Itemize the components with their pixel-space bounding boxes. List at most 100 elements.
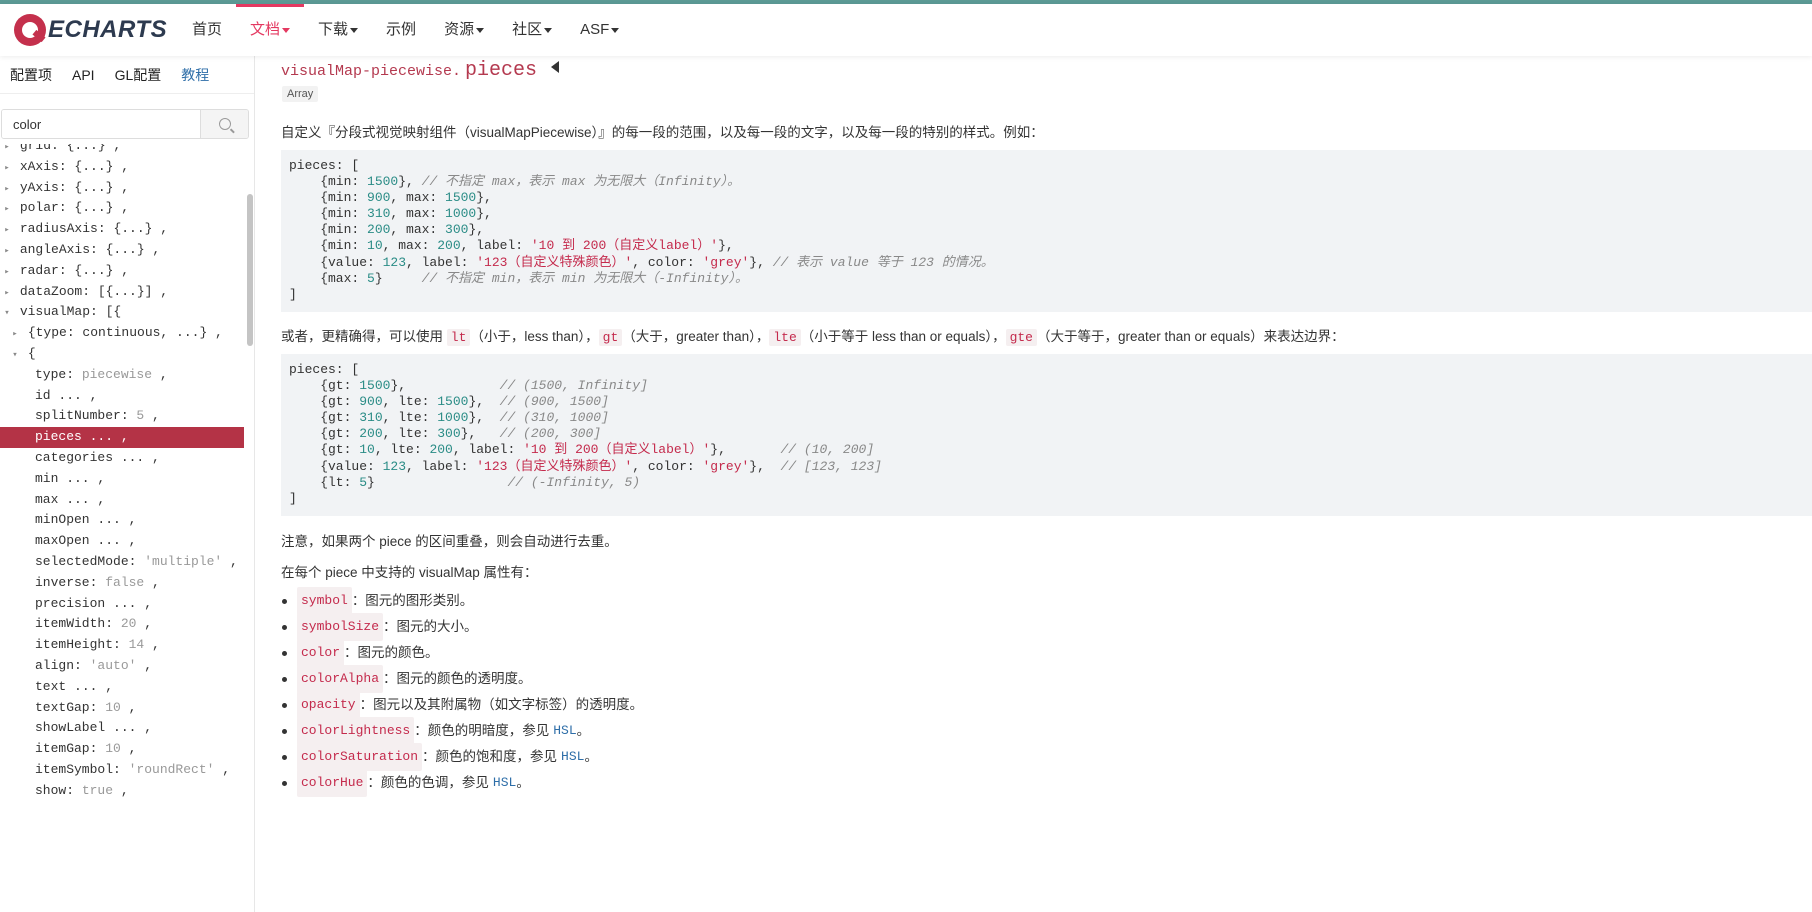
tree-item[interactable]: type: piecewise , <box>0 365 244 386</box>
collapsed-arrow-icon[interactable]: ▸ <box>2 283 12 304</box>
prop-name-code: colorSaturation <box>297 743 423 771</box>
sidebar-tab-1[interactable]: API <box>62 67 105 83</box>
tree-item[interactable]: showLabel ... , <box>0 718 244 739</box>
tree-item-key: maxOpen <box>35 533 90 549</box>
collapse-arrow-icon[interactable] <box>551 61 560 73</box>
tree-item[interactable]: ▸ radar: {...} , <box>0 261 244 282</box>
tree-item-value: false <box>97 574 145 590</box>
nav-item-1[interactable]: 文档 <box>236 4 305 56</box>
tree-item-value: ... , <box>89 533 137 549</box>
nav-item-0[interactable]: 首页 <box>178 4 236 56</box>
code-token: , max: <box>390 190 446 206</box>
tree-item[interactable]: categories ... , <box>0 448 244 469</box>
nav-item-3[interactable]: 示例 <box>372 4 430 56</box>
code-token: , lte: <box>382 410 438 426</box>
code-token: 200 <box>367 222 391 238</box>
tree-item[interactable]: align: 'auto' , <box>0 656 244 677</box>
tree-item[interactable]: ▸ angleAxis: {...} , <box>0 240 244 261</box>
code-token: // (-Infinity, 5) <box>507 474 641 490</box>
tree-item-value: {...} , <box>66 179 130 195</box>
main-nav: 首页 文档 下载 示例 资源 社区 ASF <box>178 4 633 56</box>
collapsed-arrow-icon[interactable]: ▸ <box>2 158 12 179</box>
tree-item-value: ... , <box>66 678 114 694</box>
tree-item[interactable]: itemWidth: 20 , <box>0 614 244 635</box>
tree-item-value: {...} , <box>97 241 161 257</box>
nav-item-4[interactable]: 资源 <box>430 4 498 56</box>
collapsed-arrow-icon[interactable]: ▸ <box>2 144 12 158</box>
tree-item[interactable]: ▸ polar: {...} , <box>0 198 244 219</box>
collapsed-arrow-icon[interactable]: ▸ <box>10 324 20 345</box>
nav-item-2[interactable]: 下载 <box>304 4 372 56</box>
text-run: 或者，更精确得，可以使用 <box>281 329 447 344</box>
tree-item[interactable]: itemSymbol: 'roundRect' , <box>0 760 244 781</box>
tree-item[interactable]: max ... , <box>0 490 244 511</box>
tree-item[interactable]: min ... , <box>0 469 244 490</box>
tree-item[interactable]: ▸ dataZoom: [{...}] , <box>0 282 244 303</box>
tree-item[interactable]: ▸ radiusAxis: {...} , <box>0 219 244 240</box>
expanded-arrow-icon[interactable]: ▾ <box>2 303 12 324</box>
tree-item[interactable]: precision ... , <box>0 594 244 615</box>
code-token: 10 <box>367 238 383 254</box>
hsl-link[interactable]: HSL <box>553 718 576 744</box>
collapsed-arrow-icon[interactable]: ▸ <box>2 220 12 241</box>
tree-item[interactable]: inverse: false , <box>0 573 244 594</box>
hsl-link[interactable]: HSL <box>493 770 516 796</box>
tree-item[interactable]: ▸ grid: {...} , <box>0 144 244 157</box>
tree-item[interactable]: itemHeight: 14 , <box>0 635 244 656</box>
search-box <box>1 109 249 139</box>
tree-item-key: pieces <box>35 429 82 445</box>
search-input[interactable] <box>2 110 200 138</box>
tree-item-key: align: <box>35 657 82 673</box>
expanded-arrow-icon[interactable]: ▾ <box>10 345 20 366</box>
collapsed-arrow-icon[interactable]: ▸ <box>2 179 12 200</box>
collapsed-arrow-icon[interactable]: ▸ <box>2 241 12 262</box>
sidebar-scroll-thumb[interactable] <box>247 194 253 346</box>
search-button[interactable] <box>200 110 248 138</box>
tree-item[interactable]: ▸ {type: continuous, ...} , <box>0 323 244 344</box>
tree-item[interactable]: ▾ visualMap: [{ <box>0 302 244 323</box>
code-token: pieces: [ <box>289 158 360 173</box>
tree-item[interactable]: show: true , <box>0 781 244 802</box>
tree-item[interactable]: maxOpen ... , <box>0 531 244 552</box>
tree-item[interactable]: id ... , <box>0 386 244 407</box>
tree-item[interactable]: itemGap: 10 , <box>0 739 244 760</box>
tree-item[interactable]: ▾ { <box>0 344 244 365</box>
nav-item-5[interactable]: 社区 <box>498 4 566 56</box>
code-token: }, <box>749 254 773 270</box>
tree-item[interactable]: splitNumber: 5 , <box>0 406 244 427</box>
tree-item-key: showLabel <box>35 720 106 736</box>
sidebar-tab-2[interactable]: GL配置 <box>105 65 172 85</box>
nav-item-6[interactable]: ASF <box>566 4 633 56</box>
code-token: 10 <box>359 442 375 458</box>
hsl-link[interactable]: HSL <box>561 744 584 770</box>
echarts-logo[interactable]: ECHARTS <box>14 10 167 50</box>
tree-item[interactable]: selectedMode: 'multiple' , <box>0 552 244 573</box>
tree-item[interactable]: pieces ... , <box>0 427 244 448</box>
code-token: 5 <box>367 270 375 286</box>
tree-item-key: {type: continuous, ...} , <box>27 325 223 341</box>
tree-item-value: {...} , <box>66 262 130 278</box>
caret-down-icon <box>544 27 553 33</box>
tree-item[interactable]: minOpen ... , <box>0 510 244 531</box>
code-token: ] <box>289 490 297 506</box>
collapsed-arrow-icon[interactable]: ▸ <box>2 199 12 220</box>
tree-item-suffix: , <box>214 761 231 777</box>
tree-item-suffix: , <box>144 574 160 590</box>
code-token: {min: <box>289 222 368 238</box>
code-token: }, <box>476 206 492 222</box>
sidebar-tab-0[interactable]: 配置项 <box>0 50 62 85</box>
collapsed-arrow-icon[interactable]: ▸ <box>2 262 12 283</box>
tree-item[interactable]: ▸ xAxis: {...} , <box>0 157 244 178</box>
code-token: '10 到 200（自定义label）' <box>530 238 719 254</box>
sidebar-scrollbar[interactable] <box>246 144 254 912</box>
tree-item[interactable]: text ... , <box>0 677 244 698</box>
tree-item-key: polar: <box>19 200 67 216</box>
code-token: }, <box>390 378 500 394</box>
tree-item[interactable]: ▸ yAxis: {...} , <box>0 178 244 199</box>
tree-item-key: textGap: <box>35 699 98 715</box>
sidebar-tab-3[interactable]: 教程 <box>171 65 219 85</box>
tree-item[interactable]: textGap: 10 , <box>0 698 244 719</box>
tree-item-value: {...} , <box>66 200 130 216</box>
code-token: '123（自定义特殊颜色）' <box>476 254 633 270</box>
tree-item-key: angleAxis: <box>19 241 98 257</box>
